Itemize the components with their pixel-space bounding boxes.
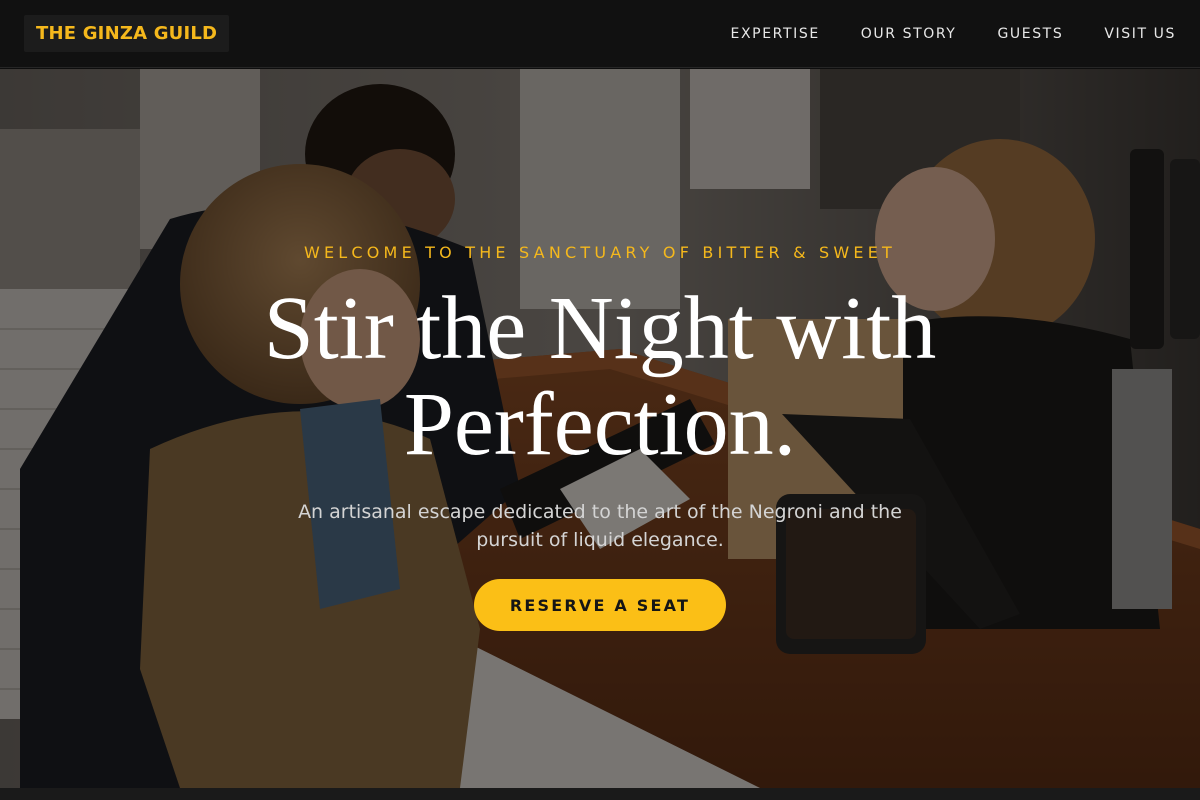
nav-link-our-story[interactable]: OUR STORY	[861, 26, 957, 42]
nav-link-visit-us[interactable]: VISIT US	[1104, 26, 1176, 42]
nav-links: EXPERTISE OUR STORY GUESTS VISIT US	[690, 26, 1176, 42]
hero-content: WELCOME TO THE SANCTUARY OF BITTER & SWE…	[0, 69, 1200, 788]
hero-eyebrow: WELCOME TO THE SANCTUARY OF BITTER & SWE…	[303, 243, 897, 262]
hero-section: WELCOME TO THE SANCTUARY OF BITTER & SWE…	[0, 69, 1200, 788]
nav-link-guests[interactable]: GUESTS	[997, 26, 1063, 42]
hero-headline-line-2: Perfection.	[403, 375, 797, 474]
brand-logo[interactable]: THE GINZA GUILD	[24, 15, 230, 52]
hero-subtext: An artisanal escape dedicated to the art…	[298, 501, 902, 551]
hero-headline: Stir the Night with Perfection.	[0, 281, 1200, 473]
reserve-seat-button[interactable]: RESERVE A SEAT	[474, 579, 726, 631]
nav-link-expertise[interactable]: EXPERTISE	[731, 26, 820, 42]
top-nav: THE GINZA GUILD EXPERTISE OUR STORY GUES…	[0, 0, 1200, 68]
hero-headline-line-1: Stir the Night with	[263, 279, 937, 378]
next-section-edge	[0, 788, 1200, 800]
